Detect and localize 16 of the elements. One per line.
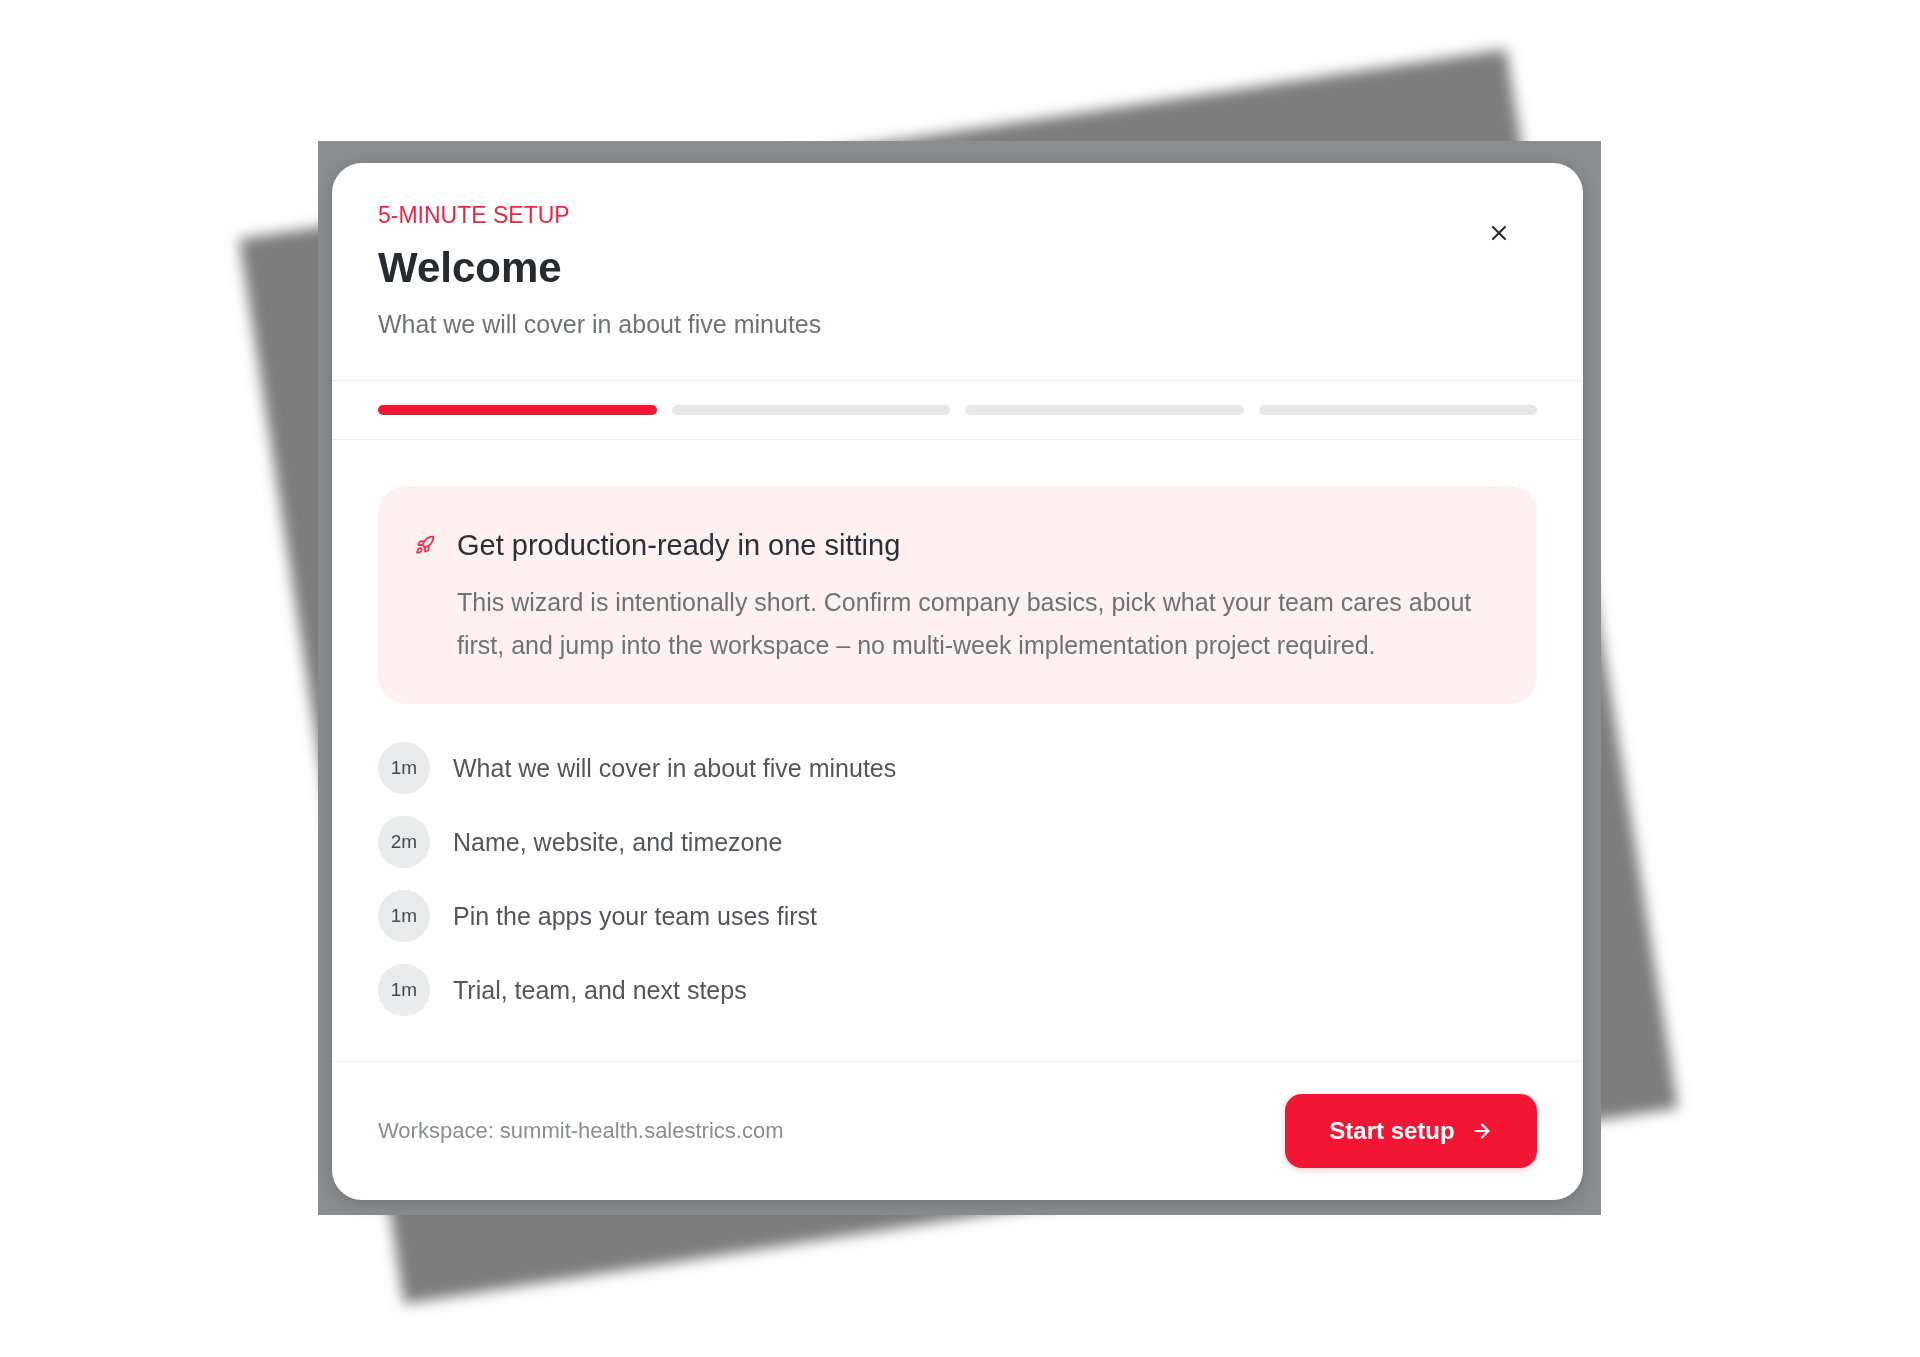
workspace-label: Workspace: summit-health.salestrics.com xyxy=(378,1117,784,1145)
dialog-subtitle: What we will cover in about five minutes xyxy=(378,309,822,340)
rocket-icon xyxy=(415,535,435,555)
duration-badge: 2m xyxy=(378,816,430,868)
dialog-title: Welcome xyxy=(378,243,562,293)
callout-title: Get production-ready in one sitting xyxy=(457,528,901,563)
callout-text: This wizard is intentionally short. Confirm company basics, pick what your team cares about first, and jump into the workspace – no multi-week implementation project required. xyxy=(457,587,1473,661)
step-label: Pin the apps your team uses first xyxy=(453,901,818,932)
step-label: Name, website, and timezone xyxy=(453,827,783,858)
start-setup-button[interactable]: Start setup xyxy=(1285,1094,1537,1168)
step-label: Trial, team, and next steps xyxy=(453,975,747,1006)
duration-badge: 1m xyxy=(378,742,430,794)
duration-badge: 1m xyxy=(378,890,430,942)
eyebrow-label: 5-MINUTE SETUP xyxy=(378,201,570,229)
duration-badge: 1m xyxy=(378,964,430,1016)
step-label: What we will cover in about five minutes xyxy=(453,753,897,784)
